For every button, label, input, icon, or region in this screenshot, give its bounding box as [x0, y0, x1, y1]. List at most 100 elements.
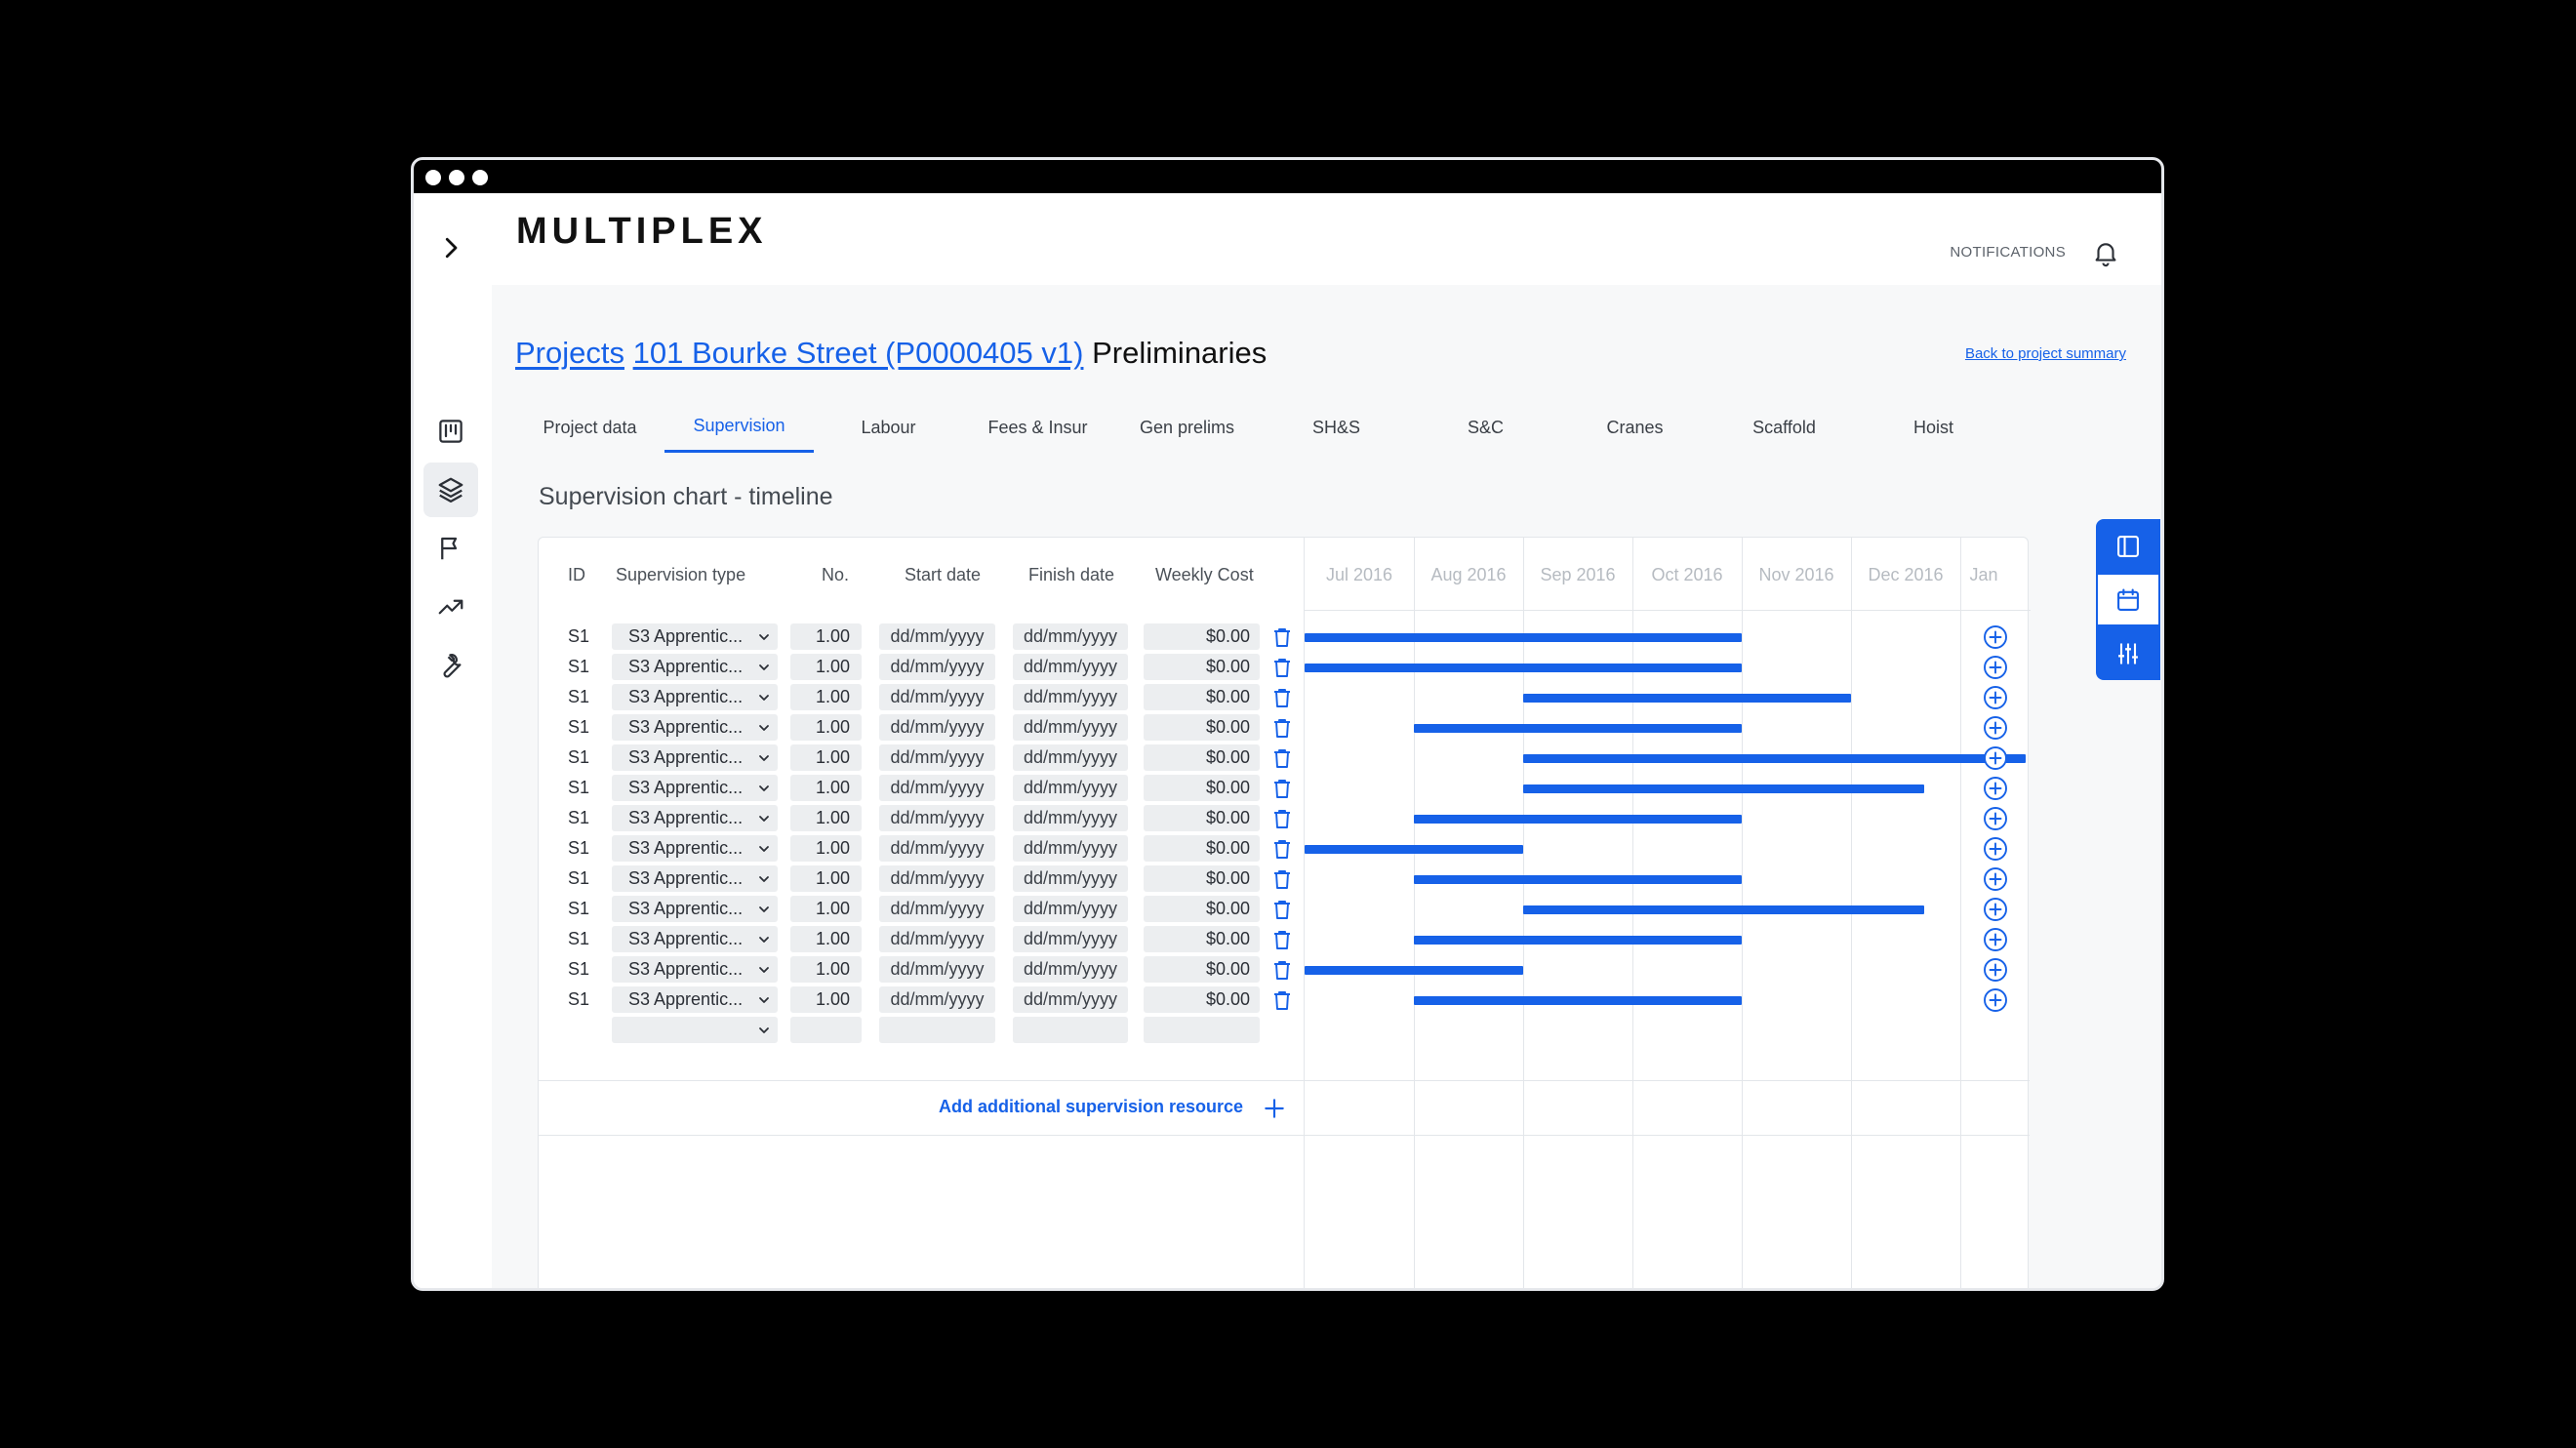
weekly-cost-input[interactable]: $0.00 — [1144, 926, 1260, 952]
gantt-bar[interactable] — [1414, 724, 1742, 733]
delete-row-button[interactable] — [1270, 775, 1294, 801]
add-period-button[interactable] — [1983, 776, 2008, 801]
supervision-type-select[interactable]: S3 Apprentic... — [612, 623, 778, 650]
gantt-bar[interactable] — [1305, 633, 1742, 642]
quantity-input[interactable]: 1.00 — [790, 775, 862, 801]
weekly-cost-input[interactable]: $0.00 — [1144, 684, 1260, 710]
delete-row-button[interactable] — [1270, 896, 1294, 922]
finish-date-input[interactable]: dd/mm/yyyy — [1013, 744, 1128, 771]
delete-row-button[interactable] — [1270, 986, 1294, 1013]
delete-row-button[interactable] — [1270, 835, 1294, 862]
start-date-input[interactable]: dd/mm/yyyy — [879, 835, 995, 862]
add-period-button[interactable] — [1983, 745, 2008, 771]
weekly-cost-input[interactable]: $0.00 — [1144, 896, 1260, 922]
gantt-bar[interactable] — [1305, 664, 1742, 672]
start-date-input[interactable]: dd/mm/yyyy — [879, 714, 995, 741]
tab-scaffold[interactable]: Scaffold — [1710, 402, 1859, 453]
gantt-bar[interactable] — [1523, 905, 1925, 914]
quantity-input[interactable]: 1.00 — [790, 654, 862, 680]
finish-date-input[interactable]: dd/mm/yyyy — [1013, 986, 1128, 1013]
quantity-input[interactable]: 1.00 — [790, 896, 862, 922]
weekly-cost-input[interactable]: $0.00 — [1144, 775, 1260, 801]
add-period-button[interactable] — [1983, 927, 2008, 952]
start-date-input[interactable] — [879, 1017, 995, 1043]
add-period-button[interactable] — [1983, 624, 2008, 650]
supervision-type-select[interactable]: S3 Apprentic... — [612, 835, 778, 862]
finish-date-input[interactable]: dd/mm/yyyy — [1013, 714, 1128, 741]
start-date-input[interactable]: dd/mm/yyyy — [879, 926, 995, 952]
weekly-cost-input[interactable]: $0.00 — [1144, 623, 1260, 650]
start-date-input[interactable]: dd/mm/yyyy — [879, 684, 995, 710]
weekly-cost-input[interactable] — [1144, 1017, 1260, 1043]
rail-item-boards[interactable] — [423, 404, 478, 459]
supervision-type-select[interactable]: S3 Apprentic... — [612, 775, 778, 801]
delete-row-button[interactable] — [1270, 744, 1294, 771]
add-period-button[interactable] — [1983, 987, 2008, 1013]
finish-date-input[interactable] — [1013, 1017, 1128, 1043]
supervision-type-select[interactable] — [612, 1017, 778, 1043]
start-date-input[interactable]: dd/mm/yyyy — [879, 986, 995, 1013]
tab-fees-insur[interactable]: Fees & Insur — [963, 402, 1112, 453]
quantity-input[interactable]: 1.00 — [790, 956, 862, 983]
filter-settings-button[interactable] — [2096, 626, 2160, 680]
delete-row-button[interactable] — [1270, 926, 1294, 952]
breadcrumb-projects-link[interactable]: Projects — [515, 336, 624, 370]
start-date-input[interactable]: dd/mm/yyyy — [879, 865, 995, 892]
tab-supervision[interactable]: Supervision — [664, 402, 814, 453]
multiplex-logo[interactable]: MULTIPLEX — [516, 211, 768, 253]
add-period-button[interactable] — [1983, 685, 2008, 710]
start-date-input[interactable]: dd/mm/yyyy — [879, 896, 995, 922]
supervision-type-select[interactable]: S3 Apprentic... — [612, 986, 778, 1013]
quantity-input[interactable]: 1.00 — [790, 986, 862, 1013]
start-date-input[interactable]: dd/mm/yyyy — [879, 623, 995, 650]
supervision-type-select[interactable]: S3 Apprentic... — [612, 654, 778, 680]
add-period-button[interactable] — [1983, 715, 2008, 741]
quantity-input[interactable]: 1.00 — [790, 835, 862, 862]
supervision-type-select[interactable]: S3 Apprentic... — [612, 865, 778, 892]
weekly-cost-input[interactable]: $0.00 — [1144, 956, 1260, 983]
rail-item-trends[interactable] — [423, 580, 478, 634]
finish-date-input[interactable]: dd/mm/yyyy — [1013, 654, 1128, 680]
finish-date-input[interactable]: dd/mm/yyyy — [1013, 684, 1128, 710]
gantt-bar[interactable] — [1414, 936, 1742, 945]
supervision-type-select[interactable]: S3 Apprentic... — [612, 714, 778, 741]
supervision-type-select[interactable]: S3 Apprentic... — [612, 744, 778, 771]
calendar-view-button[interactable] — [2096, 573, 2160, 626]
add-period-button[interactable] — [1983, 957, 2008, 983]
expand-sidebar-button[interactable] — [423, 221, 478, 275]
start-date-input[interactable]: dd/mm/yyyy — [879, 654, 995, 680]
supervision-type-select[interactable]: S3 Apprentic... — [612, 684, 778, 710]
gantt-bar[interactable] — [1305, 845, 1523, 854]
finish-date-input[interactable]: dd/mm/yyyy — [1013, 835, 1128, 862]
delete-row-button[interactable] — [1270, 805, 1294, 831]
gantt-bar[interactable] — [1414, 996, 1742, 1005]
finish-date-input[interactable]: dd/mm/yyyy — [1013, 623, 1128, 650]
tab-project-data[interactable]: Project data — [515, 402, 664, 453]
delete-row-button[interactable] — [1270, 956, 1294, 983]
start-date-input[interactable]: dd/mm/yyyy — [879, 775, 995, 801]
finish-date-input[interactable]: dd/mm/yyyy — [1013, 805, 1128, 831]
finish-date-input[interactable]: dd/mm/yyyy — [1013, 956, 1128, 983]
delete-row-button[interactable] — [1270, 684, 1294, 710]
weekly-cost-input[interactable]: $0.00 — [1144, 714, 1260, 741]
quantity-input[interactable]: 1.00 — [790, 805, 862, 831]
gantt-bar[interactable] — [1305, 966, 1523, 975]
add-period-button[interactable] — [1983, 655, 2008, 680]
add-period-button[interactable] — [1983, 806, 2008, 831]
tab-hoist[interactable]: Hoist — [1859, 402, 2008, 453]
weekly-cost-input[interactable]: $0.00 — [1144, 986, 1260, 1013]
delete-row-button[interactable] — [1270, 623, 1294, 650]
gantt-bar[interactable] — [1414, 875, 1742, 884]
gantt-bar[interactable] — [1523, 754, 2027, 763]
add-period-button[interactable] — [1983, 897, 2008, 922]
add-period-button[interactable] — [1983, 836, 2008, 862]
weekly-cost-input[interactable]: $0.00 — [1144, 865, 1260, 892]
quantity-input[interactable]: 1.00 — [790, 865, 862, 892]
window-control-dot[interactable] — [472, 170, 488, 185]
supervision-type-select[interactable]: S3 Apprentic... — [612, 926, 778, 952]
finish-date-input[interactable]: dd/mm/yyyy — [1013, 865, 1128, 892]
window-control-dot[interactable] — [449, 170, 464, 185]
finish-date-input[interactable]: dd/mm/yyyy — [1013, 926, 1128, 952]
plus-icon[interactable] — [1262, 1096, 1287, 1121]
toggle-panel-button[interactable] — [2096, 519, 2160, 573]
